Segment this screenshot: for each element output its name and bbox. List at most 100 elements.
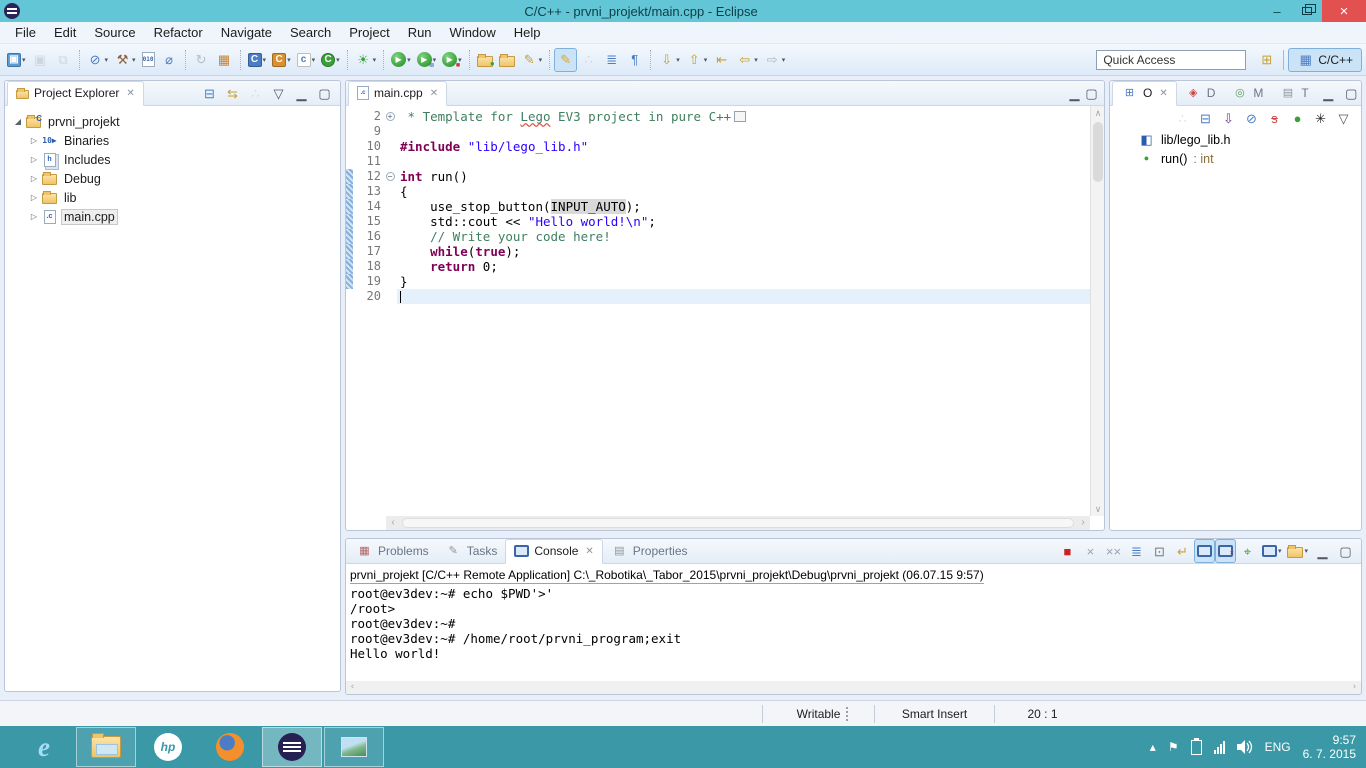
minimize-icon[interactable]: ▁ [1066, 85, 1083, 102]
dropdown-caret-icon[interactable]: ▾ [373, 56, 377, 64]
minimize-icon[interactable]: ▁ [1311, 539, 1334, 563]
skip-breakpoints-icon[interactable]: ⊘▾ [84, 48, 112, 72]
remove-launch-icon[interactable]: × [1079, 539, 1102, 563]
dropdown-caret-icon[interactable]: ▾ [676, 56, 680, 64]
outline-item-run-[interactable]: ●run() : int [1110, 149, 1361, 168]
pin-console-icon[interactable]: ⌖ [1236, 539, 1259, 563]
maximize-icon[interactable]: ▢ [1083, 85, 1100, 102]
scrollbar-thumb[interactable] [1093, 122, 1103, 182]
editor-vertical-scrollbar[interactable]: ∧ ∨ [1090, 106, 1104, 516]
dropdown-caret-icon[interactable]: ▾ [132, 56, 136, 64]
tree-item-main-cpp[interactable]: ▷.cmain.cpp [5, 207, 340, 226]
tab-problems[interactable]: ▦Problems [348, 539, 437, 564]
menu-navigate[interactable]: Navigate [212, 23, 281, 42]
close-icon[interactable]: ✕ [585, 546, 593, 557]
minimize-icon[interactable]: ▁ [1317, 81, 1340, 105]
twistie-collapsed-icon[interactable]: ▷ [27, 155, 41, 164]
dropdown-caret-icon[interactable]: ▾ [105, 56, 109, 64]
minimize-button[interactable]: – [1262, 0, 1292, 22]
taskbar-eclipse-button[interactable] [262, 727, 322, 767]
taskbar-explorer-button[interactable] [76, 727, 136, 767]
scroll-right-icon[interactable]: › [1076, 516, 1090, 530]
external-tools-icon[interactable]: ▶■▾ [439, 48, 465, 72]
dropdown-caret-icon[interactable]: ▾ [1304, 547, 1308, 555]
collapse-all-icon[interactable]: ⊟ [1194, 106, 1217, 130]
tab-outline-m[interactable]: ◎M [1223, 81, 1271, 106]
twistie-collapsed-icon[interactable]: ▷ [27, 174, 41, 183]
scroll-left-icon[interactable]: ‹ [346, 681, 359, 694]
taskbar-ie-button[interactable]: e [14, 727, 74, 767]
last-edit-location-icon[interactable]: ⇩▾ [655, 48, 683, 72]
close-icon[interactable]: ✕ [126, 88, 134, 99]
link-with-editor-icon[interactable]: ⇆ [221, 81, 244, 105]
dropdown-caret-icon[interactable]: ▾ [754, 56, 758, 64]
menu-file[interactable]: File [6, 23, 45, 42]
hide-non-public-icon[interactable]: ● [1286, 106, 1309, 130]
forward-icon[interactable]: ⇨▾ [761, 48, 789, 72]
menu-project[interactable]: Project [340, 23, 398, 42]
close-icon[interactable]: ✕ [430, 88, 438, 99]
tree-item-binaries[interactable]: ▷10▶Binaries [5, 131, 340, 150]
scroll-left-icon[interactable]: ‹ [386, 516, 400, 530]
view-menu-icon[interactable]: ▽ [267, 81, 290, 105]
show-stderr-icon[interactable]: × [1215, 539, 1236, 563]
search-icon[interactable]: ✎▾ [518, 48, 546, 72]
close-button[interactable]: × [1322, 0, 1366, 22]
clear-console-icon[interactable]: ≣ [1125, 539, 1148, 563]
focus-icon[interactable]: ∴ [1171, 106, 1194, 130]
tab-main-cpp[interactable]: .c main.cpp ✕ [348, 81, 447, 106]
sort-icon[interactable]: ⇩ [1217, 106, 1240, 130]
open-console-icon[interactable]: ▾ [1284, 539, 1311, 563]
dropdown-caret-icon[interactable]: ▾ [312, 56, 316, 64]
console-horizontal-scrollbar[interactable]: ‹ › [346, 681, 1361, 694]
dropdown-caret-icon[interactable]: ▾ [1278, 547, 1282, 555]
menu-search[interactable]: Search [281, 23, 340, 42]
tab-outline-o[interactable]: ⊞O✕ [1112, 81, 1177, 106]
scrollbar-thumb[interactable] [402, 518, 1074, 528]
menu-window[interactable]: Window [441, 23, 505, 42]
run-history-icon[interactable]: ▶≣▾ [414, 48, 440, 72]
tab-console[interactable]: Console✕ [505, 539, 602, 564]
menu-source[interactable]: Source [85, 23, 144, 42]
show-hidden-icons-button[interactable]: ▴ [1150, 740, 1156, 754]
debug-grid-icon[interactable]: ▦ [213, 48, 236, 72]
remove-all-launches-icon[interactable]: ×× [1102, 539, 1125, 563]
network-signal-icon[interactable] [1214, 740, 1225, 754]
open-perspective-icon[interactable]: ⊞ [1258, 51, 1275, 68]
display-console-icon[interactable]: ▾ [1259, 539, 1285, 563]
word-wrap-icon[interactable]: ↵ [1171, 539, 1194, 563]
go-into-icon[interactable]: ⇧▾ [683, 48, 711, 72]
console-body[interactable]: prvni_projekt [C/C++ Remote Application]… [346, 564, 1361, 694]
save-icon[interactable]: ▣ [29, 48, 52, 72]
twistie-collapsed-icon[interactable]: ▷ [27, 136, 41, 145]
menu-refactor[interactable]: Refactor [145, 23, 212, 42]
dropdown-caret-icon[interactable]: ▾ [263, 56, 267, 64]
battery-icon[interactable] [1191, 740, 1202, 755]
fold-expanded-icon[interactable]: − [386, 172, 395, 181]
tree-item-includes[interactable]: ▷hIncludes [5, 150, 340, 169]
minimize-icon[interactable]: ▁ [290, 81, 313, 105]
view-menu-icon[interactable]: ▽ [1332, 106, 1355, 130]
dropdown-caret-icon[interactable]: ▾ [782, 56, 786, 64]
dropdown-caret-icon[interactable]: ▾ [336, 56, 340, 64]
new-class-icon[interactable]: C▾ [245, 48, 270, 72]
show-whitespace-icon[interactable]: ¶ [623, 48, 646, 72]
action-center-flag-icon[interactable]: ⚑ [1168, 740, 1179, 754]
dropdown-caret-icon[interactable]: ▾ [704, 56, 708, 64]
tree-item-lib[interactable]: ▷lib [5, 188, 340, 207]
scroll-lock-icon[interactable]: ⊡ [1148, 539, 1171, 563]
taskbar-firefox-button[interactable] [200, 727, 260, 767]
new-class-wizard-icon[interactable]: C▾ [318, 48, 343, 72]
save-all-icon[interactable]: ⧉ [52, 48, 75, 72]
hide-fields-icon[interactable]: ⊘ [1240, 106, 1263, 130]
dropdown-caret-icon[interactable]: ▾ [539, 56, 543, 64]
tree-item-prvni-projekt[interactable]: ◢Cprvni_projekt [5, 112, 340, 131]
menu-edit[interactable]: Edit [45, 23, 85, 42]
outline-item-lib-lego-lib-h[interactable]: ◧lib/lego_lib.h [1110, 130, 1361, 149]
show-source-icon[interactable]: ≣ [600, 48, 623, 72]
build-icon[interactable]: ⚒▾ [111, 48, 139, 72]
hide-static-icon[interactable]: s [1263, 106, 1286, 130]
new-c-project-icon[interactable]: C▾ [269, 48, 294, 72]
restore-button[interactable] [1292, 0, 1322, 22]
scroll-up-icon[interactable]: ∧ [1091, 106, 1104, 120]
